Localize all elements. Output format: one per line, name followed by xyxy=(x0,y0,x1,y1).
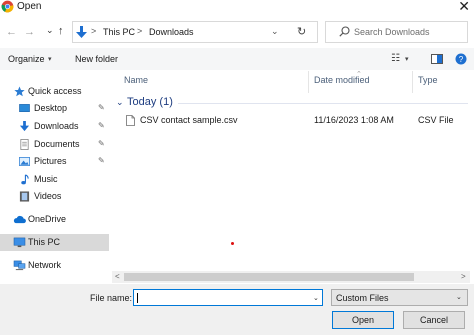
download-folder-icon xyxy=(19,121,30,132)
column-header-name[interactable]: Name xyxy=(124,75,148,85)
up-arrow-icon[interactable]: ↑ xyxy=(58,25,64,37)
download-arrow-icon xyxy=(76,26,87,38)
pin-icon: ✎ xyxy=(98,103,105,112)
help-icon[interactable]: ? xyxy=(455,53,467,65)
pin-icon: ✎ xyxy=(98,156,105,165)
refresh-icon[interactable]: ↻ xyxy=(297,25,306,38)
sidebar-item-network[interactable]: Network xyxy=(0,257,109,274)
file-row[interactable]: CSV contact sample.csv 11/16/2023 1:08 A… xyxy=(122,113,462,129)
back-arrow-icon[interactable]: ← xyxy=(6,26,17,38)
sidebar-item-this-pc[interactable]: This PC xyxy=(0,234,109,251)
videos-folder-icon xyxy=(19,191,30,202)
file-name-input[interactable]: ⌄ xyxy=(133,289,323,306)
sidebar-item-label: Music xyxy=(34,174,58,184)
recent-locations-chevron-icon[interactable]: ⌄ xyxy=(46,25,54,36)
file-type-cell: CSV File xyxy=(418,115,454,125)
pin-icon: ✎ xyxy=(98,121,105,130)
breadcrumb-downloads[interactable]: Downloads xyxy=(149,27,194,37)
sidebar-item-videos[interactable]: Videos xyxy=(0,188,109,205)
sidebar-item-music[interactable]: Music xyxy=(0,171,109,188)
breadcrumb-this-pc[interactable]: This PC xyxy=(103,27,135,37)
sidebar-item-onedrive[interactable]: OneDrive xyxy=(0,211,109,228)
organize-menu-button[interactable]: Organize xyxy=(8,54,45,64)
preview-pane-icon[interactable] xyxy=(431,54,443,64)
sidebar-item-downloads[interactable]: Downloads ✎ xyxy=(0,118,109,135)
text-caret xyxy=(137,293,138,303)
file-type-filter-select[interactable]: Custom Files ⌄ xyxy=(331,289,468,306)
sidebar-item-label: Quick access xyxy=(28,86,82,96)
open-button[interactable]: Open xyxy=(332,311,394,329)
file-name-cell: CSV contact sample.csv xyxy=(140,115,238,125)
file-name-dropdown-icon[interactable]: ⌄ xyxy=(313,294,319,302)
dialog-footer: File name: ⌄ Custom Files ⌄ Open Cancel xyxy=(0,284,474,335)
view-caret-icon[interactable]: ▾ xyxy=(405,55,409,63)
cursor-dot xyxy=(231,242,234,245)
file-type-filter-value: Custom Files xyxy=(336,293,389,303)
group-divider xyxy=(178,103,468,104)
computer-icon xyxy=(13,237,26,248)
sidebar-item-label: This PC xyxy=(28,237,61,247)
cancel-button[interactable]: Cancel xyxy=(403,311,465,329)
column-header-date-modified[interactable]: Date modified xyxy=(314,75,370,85)
documents-folder-icon xyxy=(20,139,29,150)
group-header-today[interactable]: Today (1) xyxy=(127,96,173,108)
address-dropdown-icon[interactable]: ⌄ xyxy=(271,26,279,37)
group-collapse-chevron-icon[interactable]: ⌄ xyxy=(116,97,124,108)
horizontal-scrollbar[interactable]: < > xyxy=(112,271,470,283)
sidebar-item-desktop[interactable]: Desktop ✎ xyxy=(0,100,109,117)
music-folder-icon xyxy=(21,174,29,185)
file-name-label: File name: xyxy=(90,293,133,303)
file-date-cell: 11/16/2023 1:08 AM xyxy=(314,115,394,125)
sidebar-item-label: Downloads xyxy=(34,121,79,131)
sidebar-item-label: Pictures xyxy=(34,156,67,166)
command-toolbar: Organize ▾ New folder ☷ ▾ ? xyxy=(0,48,474,70)
desktop-folder-icon xyxy=(19,104,30,112)
pin-icon: ✎ xyxy=(98,139,105,148)
scroll-right-arrow-icon[interactable]: > xyxy=(461,272,466,281)
filter-dropdown-icon: ⌄ xyxy=(456,294,462,301)
scrollbar-thumb[interactable] xyxy=(124,273,414,281)
breadcrumb-separator: > xyxy=(137,26,143,36)
close-icon[interactable]: ✕ xyxy=(458,0,470,15)
pictures-folder-icon xyxy=(19,157,30,166)
search-icon xyxy=(339,26,350,37)
sidebar-item-documents[interactable]: Documents ✎ xyxy=(0,136,109,153)
window-title: Open xyxy=(17,1,42,12)
open-file-dialog: Open ✕ ← → ⌄ ↑ > This PC > Downloads ⌄ ↻… xyxy=(0,0,474,335)
csv-file-icon xyxy=(126,115,135,126)
sidebar-item-label: Videos xyxy=(34,191,62,201)
network-icon xyxy=(13,260,26,271)
sidebar-item-label: Network xyxy=(28,260,62,270)
sidebar-item-quick-access[interactable]: Quick access xyxy=(0,83,109,100)
search-placeholder: Search Downloads xyxy=(354,27,430,37)
address-bar[interactable]: > This PC > Downloads xyxy=(72,21,318,43)
chrome-app-icon xyxy=(1,0,14,13)
forward-arrow-icon[interactable]: → xyxy=(24,26,35,38)
breadcrumb-separator: > xyxy=(91,26,97,36)
cloud-icon xyxy=(13,215,26,224)
column-divider[interactable] xyxy=(412,71,413,93)
column-divider[interactable] xyxy=(308,71,309,93)
organize-caret-icon: ▾ xyxy=(48,56,52,63)
star-icon xyxy=(14,86,25,97)
navigation-pane: Quick access Desktop ✎ Downloads ✎ Docum… xyxy=(0,71,110,284)
title-bar: Open ✕ xyxy=(0,0,474,14)
sidebar-item-label: Desktop xyxy=(34,103,68,113)
file-list: ⌃ Name Date modified Type ⌄ Today (1) CS… xyxy=(112,71,470,271)
sidebar-item-label: OneDrive xyxy=(28,214,67,224)
new-folder-button[interactable]: New folder xyxy=(75,54,118,64)
sidebar-item-pictures[interactable]: Pictures ✎ xyxy=(0,153,109,170)
sidebar-item-label: Documents xyxy=(34,139,80,149)
view-options-icon[interactable]: ☷ xyxy=(391,53,400,64)
scroll-left-arrow-icon[interactable]: < xyxy=(115,272,120,281)
column-header-type[interactable]: Type xyxy=(418,75,438,85)
help-glyph: ? xyxy=(459,55,464,64)
